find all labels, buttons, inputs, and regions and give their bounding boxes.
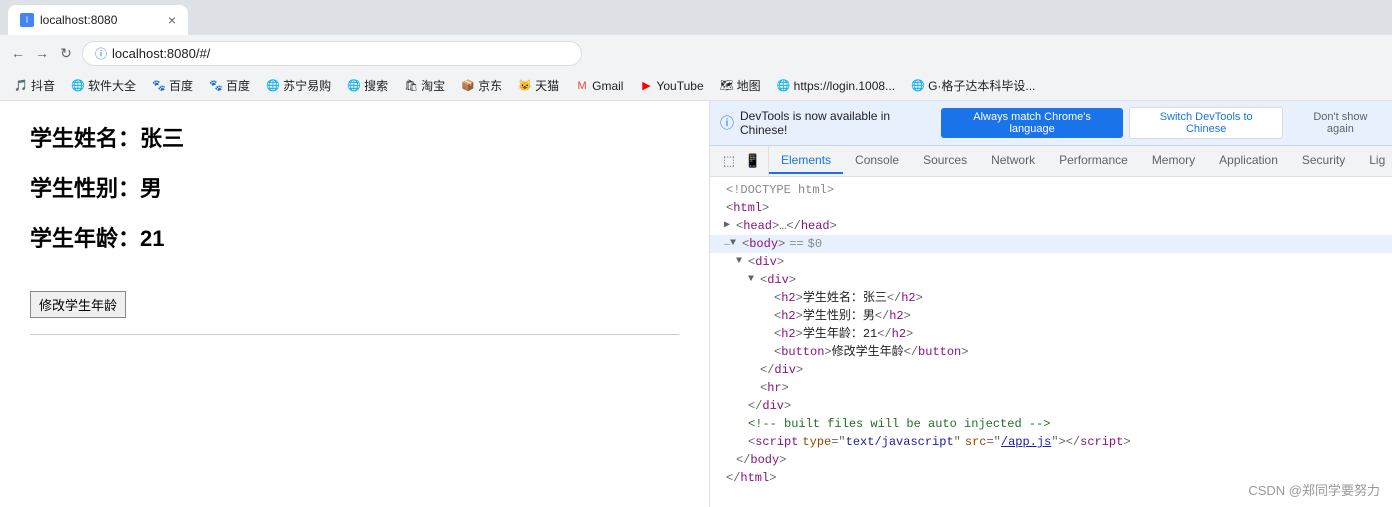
code-head[interactable]: <head>…</head> [710,217,1392,235]
mobile-icon[interactable]: 📱 [742,150,764,172]
login1008-icon: 🌐 [777,79,791,93]
tab-network[interactable]: Network [979,148,1047,174]
back-button[interactable]: ← [10,45,26,61]
code-div-inner[interactable]: <div> [710,271,1392,289]
watermark: CSDN @郑同学要努力 [1248,480,1380,499]
code-button: <button>修改学生年龄</button> [710,343,1392,361]
code-h2-gender: <h2>学生性别：男</h2> [710,307,1392,325]
code-comment: <!-- built files will be auto injected -… [710,415,1392,433]
bookmark-gezi[interactable]: 🌐 G·格子达本科毕设... [905,75,1041,96]
webpage-content: 学生姓名：张三 学生性别：男 学生年龄：21 修改学生年龄 [0,101,710,507]
student-name-heading: 学生姓名：张三 [30,121,679,153]
bookmark-search[interactable]: 🌐 搜索 [341,75,394,96]
gender-label: 学生性别： [30,176,140,201]
jd-icon: 📦 [461,79,475,93]
devtools-notification: ⓘ DevTools is now available in Chinese! … [710,101,1392,146]
baidu-icon-2: 🐾 [209,79,223,93]
devtools-code-area: <!DOCTYPE html> <html> <head>…</head> … … [710,177,1392,507]
bookmarks-bar: 🎵 抖音 🌐 软件大全 🐾 百度 🐾 百度 🌐 苏宁易购 🌐 搜索 🛍 淘宝 [0,71,1392,101]
age-value: 21 [140,226,164,251]
code-h2-age: <h2>学生年龄：21</h2> [710,325,1392,343]
name-label: 学生姓名： [30,126,140,151]
tab-close-button[interactable]: × [168,12,176,28]
bookmark-baidu1[interactable]: 🐾 百度 [146,75,199,96]
modify-age-button[interactable]: 修改学生年龄 [30,291,126,318]
tab-performance[interactable]: Performance [1047,148,1140,174]
tab-application[interactable]: Application [1207,148,1290,174]
address-text: localhost:8080/#/ [112,46,210,61]
student-age-heading: 学生年龄：21 [30,221,679,253]
tab-favicon: l [20,13,34,27]
taobao-icon: 🛍 [404,79,418,93]
bookmark-suning[interactable]: 🌐 苏宁易购 [260,75,337,96]
code-script: <script type="text/javascript" src="/app… [710,433,1392,451]
tab-bar: l localhost:8080 × [0,0,1392,35]
devtools-icon-group: ⬚ 📱 [714,146,769,176]
notification-text: DevTools is now available in Chinese! [740,109,935,137]
tab-security[interactable]: Security [1290,148,1357,174]
code-body-open[interactable]: … <body> == $0 [710,235,1392,253]
search-icon: 🌐 [347,79,361,93]
bookmark-baidu2[interactable]: 🐾 百度 [203,75,256,96]
tab-more[interactable]: Lig [1357,148,1392,174]
bookmark-tianmao[interactable]: 😺 天猫 [512,75,565,96]
gezi-icon: 🌐 [911,79,925,93]
maps-icon: 🗺 [720,79,734,93]
age-label: 学生年龄： [30,226,140,251]
youtube-icon: ▶ [639,79,653,93]
info-icon: ⓘ [720,113,734,133]
tab-console[interactable]: Console [843,148,911,174]
suning-icon: 🌐 [266,79,280,93]
devtools-panel: ⓘ DevTools is now available in Chinese! … [710,101,1392,507]
tab-elements[interactable]: Elements [769,148,843,174]
inner-div-arrow[interactable] [748,271,760,289]
tab-memory[interactable]: Memory [1140,148,1207,174]
browser-tab[interactable]: l localhost:8080 × [8,5,188,35]
body-arrow[interactable] [730,235,742,253]
forward-button[interactable]: → [34,45,50,61]
youtube-label: YouTube [656,79,703,93]
douyin-icon: 🎵 [14,79,28,93]
outer-div-arrow[interactable] [736,253,748,271]
gender-value: 男 [140,176,162,201]
main-layout: 学生姓名：张三 学生性别：男 学生年龄：21 修改学生年龄 ⓘ DevTools… [0,101,1392,507]
gmail-icon: M [575,79,589,93]
bookmark-jd[interactable]: 📦 京东 [455,75,508,96]
bookmark-gmail[interactable]: M Gmail [569,77,629,95]
tab-title: localhost:8080 [40,13,162,27]
head-arrow[interactable] [724,217,736,235]
lock-icon: ⓘ [95,45,107,62]
code-h2-name: <h2>学生姓名：张三</h2> [710,289,1392,307]
address-bar[interactable]: ⓘ localhost:8080/#/ [82,41,582,66]
code-doctype: <!DOCTYPE html> [710,181,1392,199]
browser-nav: ← → ↻ ⓘ localhost:8080/#/ [0,35,1392,71]
match-language-button[interactable]: Always match Chrome's language [941,108,1122,138]
bookmark-maps[interactable]: 🗺 地图 [714,75,767,96]
bookmark-rjdq[interactable]: 🌐 软件大全 [65,75,142,96]
code-hr: <hr> [710,379,1392,397]
name-value: 张三 [140,126,184,151]
code-html-open: <html> [710,199,1392,217]
refresh-button[interactable]: ↻ [58,45,74,61]
bookmark-login1008[interactable]: 🌐 https://login.1008... [771,77,901,95]
baidu-icon-1: 🐾 [152,79,166,93]
devtools-tab-list: Elements Console Sources Network Perform… [769,148,1392,174]
code-body-close: </body> [710,451,1392,469]
cursor-icon[interactable]: ⬚ [718,150,740,172]
code-outer-div-close: </div> [710,397,1392,415]
bookmark-youtube[interactable]: ▶ YouTube [633,77,709,95]
dismiss-notification-button[interactable]: Don't show again [1289,108,1391,138]
student-gender-heading: 学生性别：男 [30,171,679,203]
devtools-tabs: ⬚ 📱 Elements Console Sources Network Per… [710,146,1392,177]
bookmark-taobao[interactable]: 🛍 淘宝 [398,75,451,96]
software-icon: 🌐 [71,79,85,93]
code-inner-div-close: </div> [710,361,1392,379]
code-div-outer[interactable]: <div> [710,253,1392,271]
bookmark-douyin[interactable]: 🎵 抖音 [8,75,61,96]
switch-language-button[interactable]: Switch DevTools to Chinese [1129,107,1284,139]
tab-sources[interactable]: Sources [911,148,979,174]
tianmao-icon: 😺 [518,79,532,93]
